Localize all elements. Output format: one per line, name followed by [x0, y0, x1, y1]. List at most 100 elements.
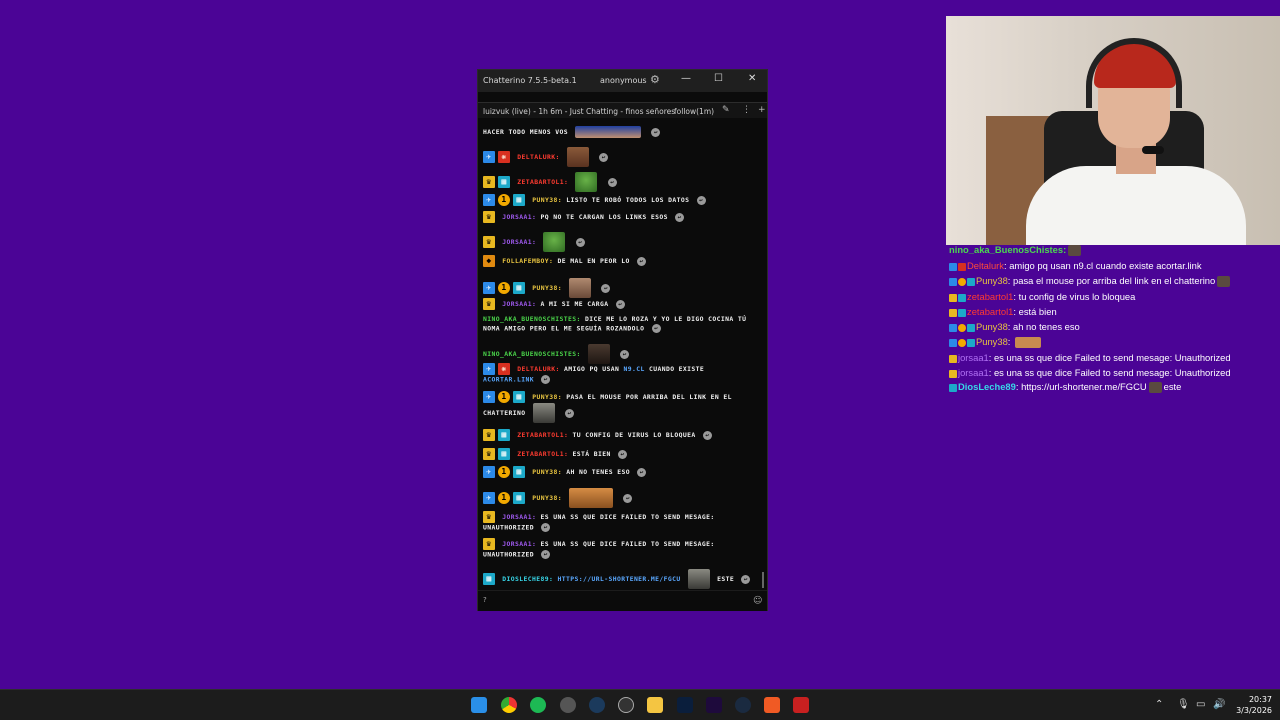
emote [569, 278, 592, 298]
overlay-username: Deltalurk [967, 260, 1004, 271]
username[interactable]: nino_aka_BuenosChistes: [483, 315, 581, 323]
username[interactable]: nino_aka_BuenosChistes: [483, 350, 581, 358]
close-button[interactable]: ✕ [748, 73, 756, 84]
username[interactable]: Puny38: [532, 468, 562, 476]
reply-icon[interactable]: ↩ [607, 177, 617, 187]
emote [587, 344, 610, 364]
username[interactable]: zetabartol1: [517, 178, 568, 186]
username[interactable]: Puny38: [532, 196, 562, 204]
reply-icon[interactable]: ↩ [637, 467, 647, 477]
username[interactable]: DiosLeche89: [502, 575, 553, 583]
chat-message: ♛ jorsaa1: a mi si me carga ↩ [483, 298, 755, 310]
chevron-up-icon[interactable]: ⌃ [1155, 699, 1163, 710]
overlay-message: jorsaa1: es una ss que dice Failed to se… [949, 367, 1231, 379]
username[interactable]: zetabartol1: [517, 450, 568, 458]
message-text: este [717, 575, 735, 583]
emoji-icon[interactable]: ☺ [753, 596, 762, 606]
file-explorer-icon[interactable] [647, 697, 663, 713]
chat-message: ♛ jorsaa1: es una ss que dice Failed to … [483, 538, 755, 560]
username[interactable]: jorsaa1: [502, 540, 536, 548]
overlay-username: zetabartol1 [967, 291, 1014, 302]
chat-message-list[interactable]: hacer todo menos vos ↩ ✈ ❋ Deltalurk: ↩ ♛… [478, 120, 762, 590]
reply-icon[interactable]: ↩ [575, 237, 585, 247]
reply-icon[interactable]: ↩ [541, 375, 551, 384]
chat-message: ♛ jorsaa1: pq no te cargan los links eso… [483, 211, 755, 223]
reply-icon[interactable]: ↩ [696, 195, 706, 205]
overlay-text: está bien [1018, 306, 1057, 317]
reply-icon[interactable]: ↩ [599, 152, 609, 162]
reply-icon[interactable]: ↩ [615, 299, 625, 309]
title-bar[interactable]: Chatterino 7.5.5-beta.1 anonymous ⚙ — ☐ … [478, 70, 767, 92]
vip-badge-icon: ✈ [483, 363, 495, 375]
reply-icon[interactable]: ↩ [741, 574, 751, 584]
vip-badge-icon [949, 262, 957, 271]
reply-icon[interactable]: ↩ [601, 283, 611, 293]
maximize-button[interactable]: ☐ [714, 73, 723, 84]
premiere-icon[interactable] [706, 697, 722, 713]
monitor-icon[interactable]: ▭ [1196, 699, 1205, 710]
reply-icon[interactable]: ↩ [620, 349, 630, 359]
voicemeeter-icon[interactable] [793, 697, 809, 713]
subscriber-badge-icon: ♛ [483, 236, 495, 248]
clock[interactable]: 20:37 3/3/2026 [1232, 694, 1272, 716]
reply-icon[interactable]: ↩ [675, 212, 685, 222]
chat-scrollbar[interactable] [761, 120, 765, 590]
username[interactable]: Puny38: [532, 284, 562, 292]
username[interactable]: FollaFemboy: [502, 257, 553, 265]
reply-icon[interactable]: ↩ [541, 523, 551, 532]
coin-badge-icon: 1 [498, 282, 510, 294]
photoshop-icon[interactable] [677, 697, 693, 713]
microphone-icon [1142, 146, 1164, 154]
account-name[interactable]: anonymous [600, 76, 647, 85]
coin-badge-icon: 1 [498, 194, 510, 206]
vip-badge-icon: ✈ [483, 282, 495, 294]
reply-icon[interactable]: ↩ [702, 430, 712, 440]
gear-icon[interactable]: ⚙ [650, 73, 660, 86]
vip-badge-icon: ✈ [483, 194, 495, 206]
discord-icon[interactable] [560, 697, 576, 713]
reply-icon[interactable]: ↩ [564, 408, 574, 418]
ccleaner-icon[interactable] [735, 697, 751, 713]
edit-icon[interactable]: ✎ [722, 105, 730, 115]
windows-start-icon[interactable] [471, 697, 487, 713]
message-link[interactable]: acortar.link [483, 376, 534, 384]
add-split-icon[interactable]: + [758, 105, 766, 115]
username[interactable]: jorsaa1: [502, 513, 536, 521]
reply-icon[interactable]: ↩ [651, 324, 661, 333]
spotify-icon[interactable] [530, 697, 546, 713]
username[interactable]: jorsaa1: [502, 300, 536, 308]
username[interactable]: zetabartol1: [517, 431, 568, 439]
chrome-icon[interactable] [501, 697, 517, 713]
obs-icon[interactable] [618, 697, 634, 713]
follow-mode-badge: follow(1m) [674, 107, 715, 116]
username[interactable]: Deltalurk: [517, 365, 559, 373]
chat-input[interactable]: ? ☺ [478, 590, 767, 611]
reply-icon[interactable]: ↩ [617, 449, 627, 459]
reply-icon[interactable]: ↩ [636, 256, 646, 266]
app-title: Chatterino 7.5.5-beta.1 [483, 76, 577, 85]
scrollbar-thumb[interactable] [762, 572, 764, 588]
reply-icon[interactable]: ↩ [651, 127, 661, 137]
message-link[interactable]: https://url-shortener.me/FGCU [557, 575, 680, 583]
minimize-button[interactable]: — [681, 73, 691, 84]
more-menu-icon[interactable]: ⋮ [742, 105, 751, 115]
volume-icon[interactable]: 🔊 [1213, 699, 1225, 710]
username[interactable]: Deltalurk: [517, 153, 559, 161]
username[interactable]: Puny38: [532, 494, 562, 502]
username[interactable]: jorsaa1: [502, 213, 536, 221]
chat-message: ♛ jorsaa1: es una ss que dice Failed to … [483, 511, 755, 533]
overlay-username: zetabartol1 [967, 306, 1014, 317]
message-link[interactable]: n9.cl [623, 365, 644, 373]
microphone-icon[interactable]: 🎙 [1177, 699, 1190, 710]
split-header[interactable]: luizvuk (live) - 1h 6m - Just Chatting -… [478, 102, 767, 118]
reply-icon[interactable]: ↩ [623, 493, 633, 503]
overlay-text: ah no tenes eso [1013, 321, 1080, 332]
emote [1068, 245, 1082, 257]
username[interactable]: Puny38: [532, 393, 562, 401]
clock-date: 3/3/2026 [1236, 706, 1272, 715]
username[interactable]: jorsaa1: [502, 238, 536, 246]
reply-icon[interactable]: ↩ [541, 550, 551, 559]
steam-icon[interactable] [589, 697, 605, 713]
overlay-text: es una ss que dice Failed to send mesage… [993, 352, 1231, 363]
brave-icon[interactable] [764, 697, 780, 713]
